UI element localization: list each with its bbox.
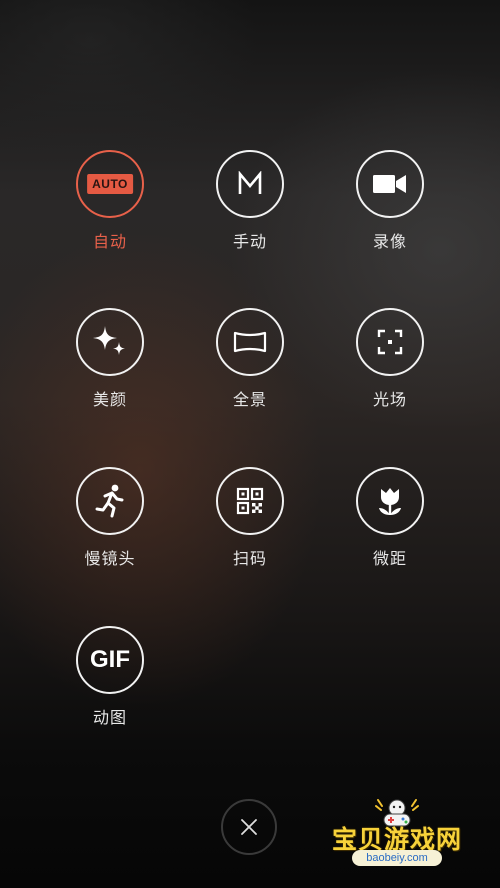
mode-manual[interactable]: 手动	[190, 150, 310, 252]
mode-gif-label: 动图	[92, 708, 127, 727]
mode-manual-label: 手动	[232, 232, 267, 251]
focus-frame-icon	[377, 329, 403, 355]
mode-auto-label: 自动	[92, 232, 127, 251]
mode-video-circle	[356, 150, 424, 218]
mode-auto-circle: AUTO	[76, 150, 144, 218]
manual-m-icon	[238, 171, 262, 194]
mode-beauty[interactable]: 美颜	[50, 308, 170, 410]
close-button[interactable]	[221, 799, 277, 855]
camera-mode-menu: AUTO 自动 手动 录像 美颜 全景 光场 慢镜头 扫码 微距 GIF 动图 …	[0, 0, 500, 888]
mode-beauty-label: 美颜	[92, 390, 127, 409]
mode-slow-motion-circle	[76, 467, 144, 535]
gif-icon: GIF	[90, 646, 130, 673]
mode-beauty-circle	[76, 308, 144, 376]
mode-light-field-label: 光场	[372, 390, 407, 409]
mode-macro[interactable]: 微距	[330, 467, 450, 569]
mode-panorama-label: 全景	[232, 390, 267, 409]
watermark-logo: 宝贝游戏网 baobeiy.com	[322, 798, 472, 870]
running-person-icon	[95, 484, 124, 518]
panorama-icon	[233, 331, 267, 353]
sparkle-icon	[93, 326, 125, 355]
auto-icon: AUTO	[87, 174, 133, 194]
watermark-url: baobeiy.com	[352, 850, 442, 866]
mode-video-label: 录像	[372, 232, 407, 251]
mode-scan-label: 扫码	[232, 549, 267, 568]
mode-panorama-circle	[216, 308, 284, 376]
mode-scan-circle	[216, 467, 284, 535]
mode-manual-circle	[216, 150, 284, 218]
mode-light-field[interactable]: 光场	[330, 308, 450, 410]
mode-light-field-circle	[356, 308, 424, 376]
mode-gif-circle: GIF	[76, 626, 144, 694]
mode-macro-circle	[356, 467, 424, 535]
tulip-icon	[379, 488, 401, 515]
mode-video[interactable]: 录像	[330, 150, 450, 252]
mode-slow-motion[interactable]: 慢镜头	[50, 467, 170, 569]
qr-code-icon	[236, 487, 264, 515]
mode-auto[interactable]: AUTO 自动	[50, 150, 170, 252]
close-icon	[241, 819, 257, 835]
mode-scan[interactable]: 扫码	[190, 467, 310, 569]
mode-panorama[interactable]: 全景	[190, 308, 310, 410]
mode-gif[interactable]: GIF 动图	[50, 626, 170, 728]
video-camera-icon	[373, 175, 406, 193]
mode-slow-motion-label: 慢镜头	[84, 549, 136, 568]
mode-macro-label: 微距	[372, 549, 407, 568]
